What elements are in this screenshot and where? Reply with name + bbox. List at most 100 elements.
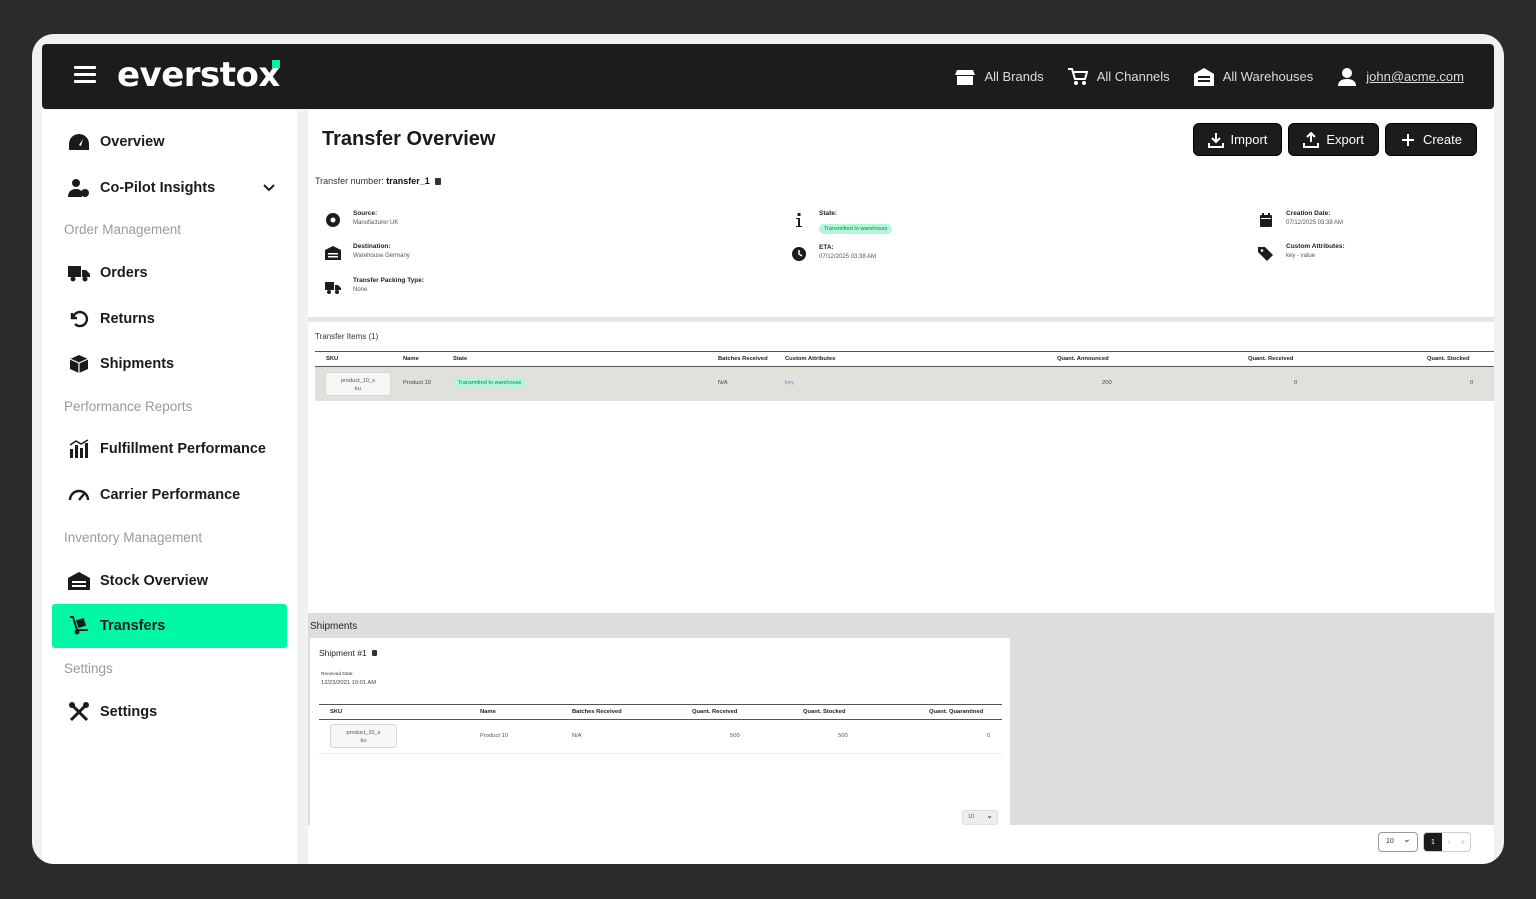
create-button[interactable]: Create — [1384, 123, 1477, 156]
sidebar-item-label: Transfers — [100, 618, 166, 634]
section-inventory-management: Inventory Management — [64, 530, 203, 545]
col-quant-received[interactable]: Quant. Received — [1248, 356, 1293, 362]
custom-attributes-value: key - value — [1286, 253, 1316, 259]
col-quant-announced[interactable]: Quant. Announced — [1057, 356, 1109, 362]
col-name[interactable]: Name — [403, 356, 419, 362]
shipment-title: Shipment #1 — [319, 648, 378, 658]
item-quant-received: 0 — [1294, 380, 1298, 386]
page-1-button[interactable]: 1 — [1424, 833, 1442, 851]
transfer-number-value: transfer_1 — [386, 176, 430, 186]
item-custom-attribute-link[interactable]: key — [785, 380, 794, 386]
sidebar-item-carrier[interactable]: Carrier Performance — [52, 473, 287, 517]
export-label: Export — [1326, 132, 1364, 147]
pagination: 10 1 › » — [1378, 832, 1471, 852]
page-size-select[interactable]: 10 — [1378, 832, 1418, 852]
bar-chart-icon — [69, 439, 89, 458]
col-name[interactable]: Name — [480, 709, 496, 715]
col-sku[interactable]: SKU — [326, 356, 338, 362]
target-icon — [326, 213, 340, 227]
item-state-badge: Transmitted to warehouse — [453, 378, 527, 388]
sidebar: Overview Co-Pilot Insights Order Managem… — [42, 110, 297, 864]
col-sku[interactable]: SKU — [330, 709, 342, 715]
custom-attributes-label: Custom Attributes: — [1286, 243, 1345, 250]
col-quant-stocked[interactable]: Quant. Stocked — [1427, 356, 1470, 362]
eta-label: ETA: — [819, 244, 834, 251]
detail-custom-attributes: Custom Attributes: key - value — [1258, 243, 1345, 261]
clock-icon — [792, 247, 806, 261]
sidebar-item-settings[interactable]: Settings — [52, 690, 287, 734]
shipment-item-batches: N/A — [572, 733, 582, 739]
user-email: john@acme.com — [1366, 69, 1464, 84]
sidebar-item-stock-overview[interactable]: Stock Overview — [52, 559, 287, 603]
last-page-button[interactable]: » — [1456, 833, 1470, 851]
shipments-title: Shipments — [310, 621, 358, 632]
sidebar-item-label: Co-Pilot Insights — [100, 180, 216, 196]
sidebar-item-orders[interactable]: Orders — [52, 251, 287, 295]
import-button[interactable]: Import — [1192, 123, 1283, 156]
export-button[interactable]: Export — [1288, 123, 1379, 156]
top-nav: All Brands All Channels All Warehouses j… — [955, 44, 1464, 109]
menu-icon[interactable] — [74, 66, 96, 84]
info-icon — [796, 213, 802, 227]
copy-icon[interactable] — [435, 178, 442, 185]
download-icon — [1207, 132, 1224, 148]
cart-icon — [1067, 67, 1088, 85]
col-quant-received[interactable]: Quant. Received — [692, 709, 737, 715]
logo-dot — [272, 60, 280, 68]
detail-creation-date: Creation Date: 07/12/2025 03:38 AM — [1258, 210, 1343, 228]
table-row[interactable]: product_10_s ku Product 10 Transmitted t… — [315, 367, 1494, 401]
shipment-items-table: SKU Name Batches Received Quant. Receive… — [319, 704, 1002, 754]
creation-label: Creation Date: — [1286, 210, 1331, 217]
channels-filter[interactable]: All Channels — [1067, 67, 1170, 86]
shipments-panel: Shipments Shipment #1 Received Date: 12/… — [308, 613, 1494, 828]
upload-icon — [1303, 131, 1320, 148]
transfer-items-table: SKU Name State Batches Received Custom A… — [315, 351, 1494, 401]
item-quant-announced: 200 — [1102, 380, 1112, 386]
next-page-button[interactable]: › — [1442, 833, 1456, 851]
sidebar-item-overview[interactable]: Overview — [52, 120, 287, 164]
sidebar-item-label: Orders — [100, 265, 148, 281]
sidebar-item-transfers[interactable]: Transfers — [52, 604, 287, 648]
box-icon — [69, 355, 89, 373]
col-state[interactable]: State — [453, 356, 467, 362]
item-batches: N/A — [718, 380, 728, 386]
detail-packing-type: Transfer Packing Type: None — [325, 277, 424, 295]
table-header: SKU Name State Batches Received Custom A… — [315, 351, 1494, 367]
source-label: Source: — [353, 210, 378, 217]
sidebar-item-label: Stock Overview — [100, 573, 208, 589]
table-header: SKU Name Batches Received Quant. Receive… — [319, 704, 1002, 720]
user-menu[interactable]: john@acme.com — [1337, 67, 1464, 86]
table-row[interactable]: product_10_s ku Product 10 N/A 500 500 0 — [319, 720, 1002, 754]
sku-chip: product_10_s ku — [330, 724, 397, 748]
state-badge: Transmitted to warehouse — [819, 224, 893, 234]
warehouses-label: All Warehouses — [1222, 69, 1314, 84]
sku-text-line1: product_10_s — [341, 378, 375, 384]
received-date-label: Received Date: — [321, 672, 354, 677]
packing-value: None — [353, 287, 368, 293]
sidebar-item-shipments[interactable]: Shipments — [52, 342, 287, 386]
col-batches-received[interactable]: Batches Received — [572, 709, 622, 715]
warehouses-filter[interactable]: All Warehouses — [1193, 67, 1314, 86]
packing-label: Transfer Packing Type: — [353, 277, 425, 284]
sidebar-item-returns[interactable]: Returns — [52, 297, 287, 341]
truck-icon — [68, 266, 90, 282]
detail-state: State: Transmitted to warehouse — [791, 210, 893, 235]
sidebar-item-fulfillment[interactable]: Fulfillment Performance — [52, 427, 287, 471]
section-performance-reports: Performance Reports — [64, 399, 193, 414]
sidebar-item-copilot[interactable]: Co-Pilot Insights — [52, 166, 287, 210]
tools-icon — [69, 702, 89, 722]
col-custom-attributes[interactable]: Custom Attributes — [785, 356, 835, 362]
col-quant-quarantined[interactable]: Quant. Quarantined — [929, 709, 983, 715]
warehouse-icon — [1193, 67, 1214, 86]
sku-chip: product_10_s ku — [325, 372, 391, 396]
col-batches-received[interactable]: Batches Received — [718, 356, 768, 362]
shipment-page-size-select[interactable]: 10 — [962, 810, 998, 825]
sidebar-item-label: Settings — [100, 704, 158, 720]
copy-icon[interactable] — [372, 650, 378, 656]
chevron-down-icon — [263, 184, 275, 192]
shipment-item-name: Product 10 — [480, 733, 509, 739]
section-divider — [308, 317, 1494, 322]
col-quant-stocked[interactable]: Quant. Stocked — [803, 709, 846, 715]
brands-filter[interactable]: All Brands — [955, 68, 1044, 86]
page-buttons: 1 › » — [1423, 832, 1471, 852]
